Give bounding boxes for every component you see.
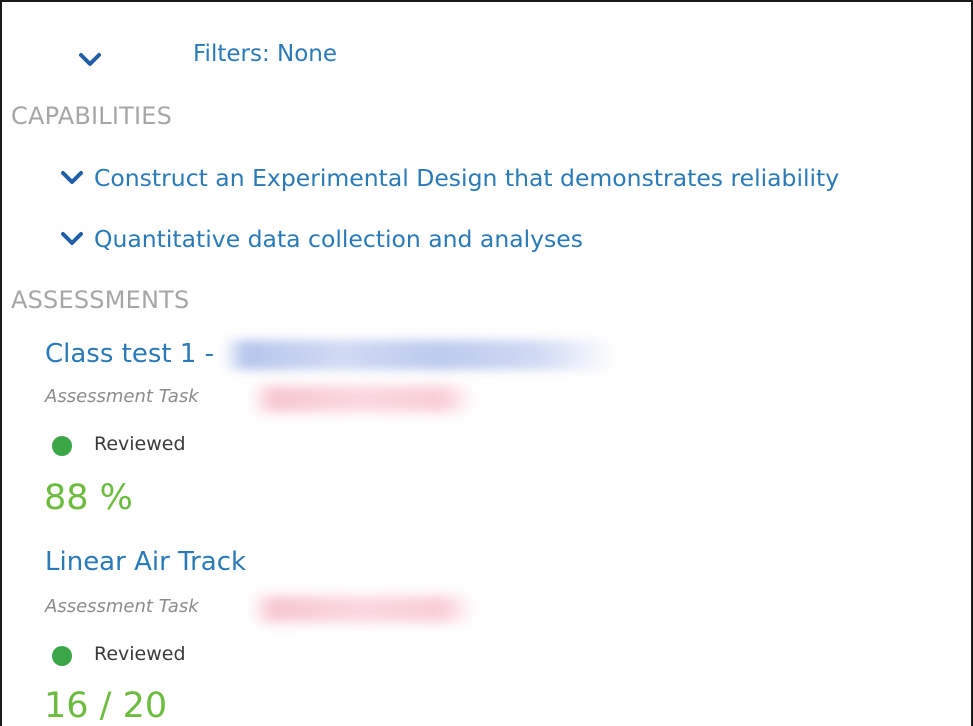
chevron-down-icon bbox=[60, 231, 84, 247]
assessment-score: 16 / 20 bbox=[44, 686, 168, 726]
chevron-down-icon[interactable] bbox=[78, 52, 102, 68]
content-panel: Filters: None CAPABILITIES Construct an … bbox=[0, 0, 973, 726]
capabilities-heading: CAPABILITIES bbox=[11, 102, 173, 130]
status-dot-icon bbox=[52, 646, 72, 666]
assessment-type: Assessment Task bbox=[45, 596, 199, 617]
chevron-down-icon bbox=[60, 170, 84, 186]
assessment-score: 88 % bbox=[44, 478, 133, 518]
capability-label: Construct an Experimental Design that de… bbox=[94, 164, 840, 192]
redacted-title-region bbox=[222, 339, 618, 370]
capability-item[interactable]: Construct an Experimental Design that de… bbox=[58, 158, 971, 198]
redacted-date-region bbox=[250, 386, 475, 412]
assessments-heading: ASSESSMENTS bbox=[11, 286, 190, 314]
status-label: Reviewed bbox=[94, 643, 186, 665]
redacted-date-region bbox=[250, 596, 475, 622]
status-dot-icon bbox=[52, 436, 72, 456]
assessment-title-link[interactable]: Linear Air Track bbox=[45, 547, 246, 577]
assessment-title: Class test 1 - bbox=[45, 339, 215, 369]
assessment-title-link[interactable]: Class test 1 - bbox=[45, 339, 618, 370]
status-label: Reviewed bbox=[94, 433, 186, 455]
filters-toggle[interactable]: Filters: None bbox=[193, 41, 337, 67]
capability-item[interactable]: Quantitative data collection and analyse… bbox=[58, 219, 971, 259]
assessment-title: Linear Air Track bbox=[45, 547, 247, 577]
capability-label: Quantitative data collection and analyse… bbox=[94, 225, 584, 253]
assessment-type: Assessment Task bbox=[45, 386, 199, 407]
